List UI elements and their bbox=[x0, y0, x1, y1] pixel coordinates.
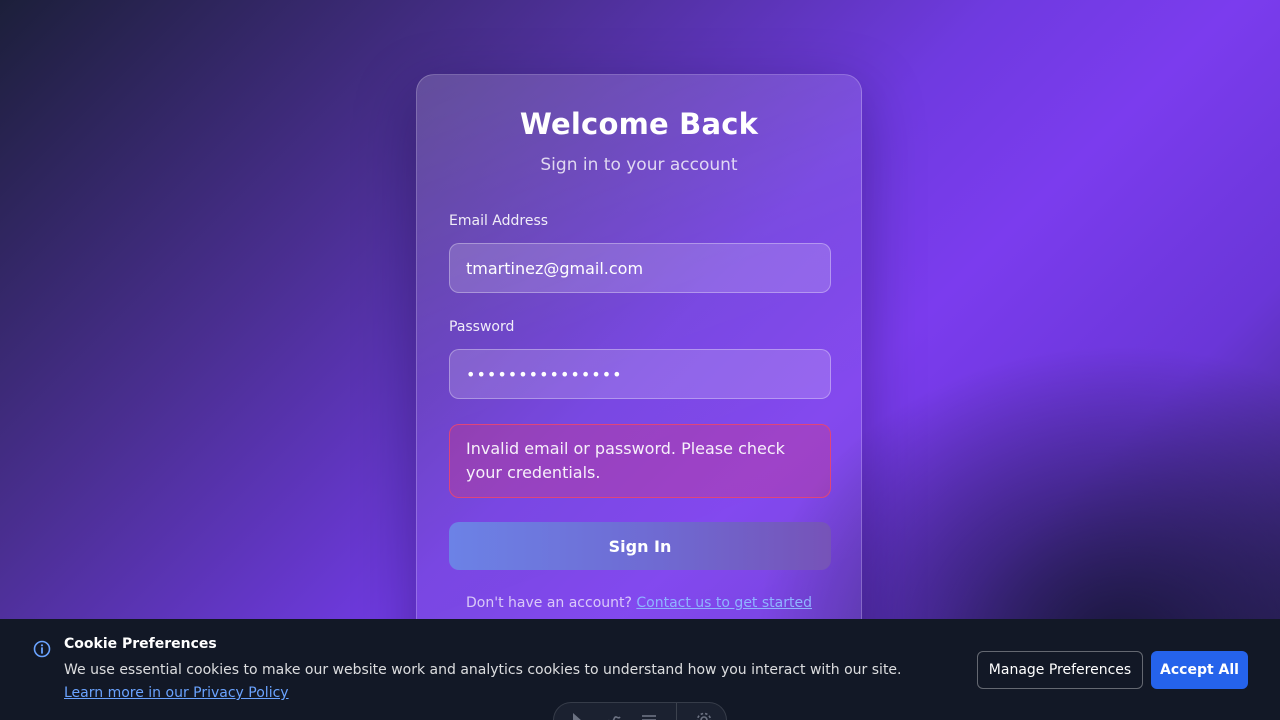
page-title: Welcome Back bbox=[519, 107, 759, 141]
email-label: Email Address bbox=[449, 213, 549, 229]
signup-prompt-text: Don't have an account? bbox=[466, 595, 632, 611]
password-label: Password bbox=[449, 319, 515, 335]
bottom-toolbar bbox=[553, 702, 727, 720]
error-message: Invalid email or password. Please check … bbox=[449, 424, 831, 498]
pointer-icon[interactable] bbox=[568, 711, 586, 720]
login-card: Welcome Back Sign in to your account Ema… bbox=[416, 74, 862, 694]
cookie-description: We use essential cookies to make our web… bbox=[64, 659, 944, 705]
cookie-title: Cookie Preferences bbox=[64, 636, 217, 652]
page-subtitle: Sign in to your account bbox=[540, 155, 738, 175]
cookie-text: We use essential cookies to make our web… bbox=[64, 662, 902, 678]
menu-icon[interactable] bbox=[640, 711, 658, 720]
accept-all-button[interactable]: Accept All bbox=[1151, 651, 1248, 689]
info-icon bbox=[33, 640, 51, 658]
password-field[interactable] bbox=[449, 349, 831, 399]
email-field[interactable] bbox=[449, 243, 831, 293]
manage-preferences-button[interactable]: Manage Preferences bbox=[977, 651, 1143, 689]
settings-icon[interactable] bbox=[695, 711, 713, 720]
signup-prompt-line: Don't have an account? Contact us to get… bbox=[417, 595, 861, 611]
gesture-icon[interactable] bbox=[604, 711, 622, 720]
privacy-policy-link[interactable]: Learn more in our Privacy Policy bbox=[64, 685, 289, 701]
toolbar-divider bbox=[676, 703, 677, 720]
contact-us-link[interactable]: Contact us to get started bbox=[636, 595, 812, 611]
sign-in-button[interactable]: Sign In bbox=[449, 522, 831, 570]
